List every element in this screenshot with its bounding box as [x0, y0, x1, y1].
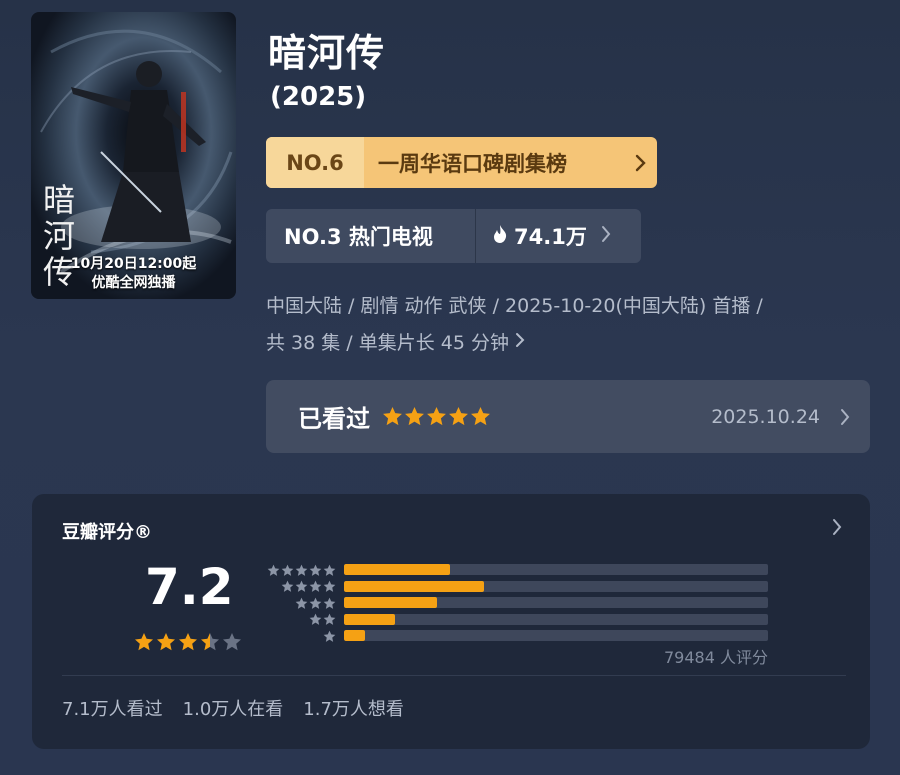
distribution-bar-track [344, 564, 768, 575]
star-icon [405, 407, 424, 426]
star-icon [295, 597, 308, 609]
distribution-star-labels [262, 562, 336, 645]
watched-date: 2025.10.24 [711, 405, 820, 428]
star-icon [179, 633, 197, 651]
distribution-bar-1-star [344, 630, 366, 641]
metadata-line-1: 中国大陆 / 剧情 动作 武侠 / 2025-10-20(中国大陆) 首播 / [266, 295, 763, 317]
star-icon [267, 564, 280, 576]
star-icon [323, 597, 336, 609]
star-icon [323, 630, 336, 642]
distribution-star-row [262, 562, 336, 579]
rating-stars [134, 632, 242, 652]
rating-distribution-bars [344, 564, 768, 647]
audience-stats: 7.1万人看过 1.0万人在看 1.7万人想看 [62, 695, 404, 721]
chevron-right-icon [625, 137, 657, 188]
chevron-right-icon [832, 518, 842, 540]
chevron-right-icon [601, 224, 611, 248]
star-icon [281, 580, 294, 593]
watched-count[interactable]: 7.1万人看过 [62, 695, 163, 721]
distribution-bar-4-star [344, 580, 484, 592]
star-icon [427, 407, 446, 426]
watched-label: 已看过 [298, 405, 370, 433]
star-icon [309, 613, 322, 626]
distribution-star-row [262, 628, 336, 645]
distribution-star-row [262, 579, 336, 596]
page-title: 暗河传 [268, 31, 386, 75]
distribution-star-row [262, 612, 336, 629]
star-icon [223, 633, 241, 651]
watching-count[interactable]: 1.0万人在看 [183, 695, 284, 721]
hot-rank-label: NO.3 热门电视 [266, 209, 476, 263]
douban-rating-card[interactable]: 豆瓣评分® 7.2 79484 人评分 7.1万人看过 1.0万人在看 1.7万… [32, 494, 870, 749]
rating-card-title: 豆瓣评分® [62, 522, 152, 543]
heat-value: 74.1万 [514, 225, 587, 249]
star-icon [201, 633, 219, 651]
distribution-bar-track [344, 580, 768, 592]
poster-caption: 10月20日12:00起 优酷全网独播 [31, 255, 236, 293]
flame-icon [492, 224, 508, 249]
star-icon [471, 407, 490, 426]
star-icon [323, 613, 336, 626]
release-year: (2025) [270, 82, 367, 112]
star-icon [323, 564, 336, 576]
chevron-right-icon [820, 408, 870, 426]
ranking-number: NO.6 [266, 137, 364, 188]
star-icon [323, 580, 336, 593]
ranking-badge[interactable]: NO.6 一周华语口碑剧集榜 [266, 137, 657, 188]
distribution-bar-track [344, 630, 768, 641]
distribution-bar-3-star [344, 597, 438, 608]
heat-value-group: 74.1万 [476, 209, 641, 263]
divider [62, 675, 846, 676]
vote-count: 79484 人评分 [664, 648, 768, 667]
distribution-bar-track [344, 597, 768, 608]
watched-status-bar[interactable]: 已看过 2025.10.24 [266, 380, 870, 453]
distribution-bar-5-star [344, 564, 450, 575]
rating-score: 7.2 [145, 558, 234, 616]
star-icon [309, 580, 322, 593]
star-icon [309, 564, 322, 576]
star-icon [281, 564, 294, 576]
distribution-bar-track [344, 613, 768, 625]
star-icon [157, 633, 175, 651]
hot-ranking-badge[interactable]: NO.3 热门电视 74.1万 [266, 209, 641, 263]
star-icon [295, 580, 308, 593]
star-icon [449, 407, 468, 426]
ranking-name: 一周华语口碑剧集榜 [378, 151, 567, 176]
poster-caption-platform: 优酷全网独播 [91, 275, 176, 291]
distribution-star-row [262, 595, 336, 612]
metadata-line-2: 共 38 集 / 单集片长 45 分钟 [266, 332, 509, 354]
star-icon [309, 597, 322, 609]
show-metadata[interactable]: 中国大陆 / 剧情 动作 武侠 / 2025-10-20(中国大陆) 首播 / … [266, 288, 866, 362]
wish-count[interactable]: 1.7万人想看 [303, 695, 404, 721]
distribution-bar-2-star [344, 613, 395, 625]
poster-caption-date: 10月20日12:00起 [70, 256, 197, 272]
star-icon [383, 407, 402, 426]
metadata-line-2-group: 共 38 集 / 单集片长 45 分钟 [266, 325, 866, 362]
star-icon [135, 633, 153, 651]
chevron-right-icon [515, 325, 525, 362]
my-rating-stars [382, 406, 491, 427]
poster-image[interactable]: 暗河传 10月20日12:00起 优酷全网独播 [31, 12, 236, 299]
star-icon [295, 564, 308, 576]
